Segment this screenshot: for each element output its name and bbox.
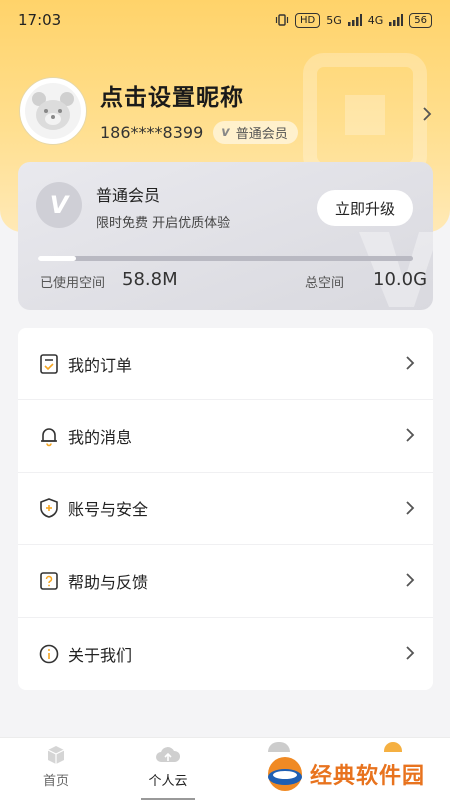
menu-item-label: 帮助与反馈 xyxy=(68,572,149,592)
menu-item-about-us[interactable]: 关于我们 xyxy=(18,618,433,690)
network-label-4g: 4G xyxy=(367,13,384,27)
watermark: 经典软件园 xyxy=(266,752,425,796)
nav-tab-label: 个人云 xyxy=(148,774,188,789)
total-space-value: 10.0G xyxy=(373,269,428,290)
card-decoration xyxy=(359,232,433,307)
status-bar: 17:03 HD 5G 4G 56 xyxy=(0,0,450,40)
nav-tab-personal-cloud[interactable]: 个人云 xyxy=(133,744,203,800)
chevron-right-icon xyxy=(406,645,415,660)
watermark-text: 经典软件园 xyxy=(310,764,426,789)
shield-icon xyxy=(38,497,60,519)
member-card-title: 普通会员 xyxy=(96,186,161,205)
avatar-bear-icon xyxy=(25,83,81,139)
phone-number: 186****8399 xyxy=(100,123,204,142)
bell-icon xyxy=(38,425,60,447)
member-level-label: 普通会员 xyxy=(235,127,288,142)
storage-progress-bar xyxy=(38,256,413,261)
signal-icon xyxy=(347,14,362,26)
hd-badge: HD xyxy=(294,12,321,28)
profile-header[interactable]: 点击设置昵称 186****8399 v 普通会员 xyxy=(20,76,440,146)
order-icon xyxy=(38,353,60,375)
home-cube-icon xyxy=(47,746,65,764)
chevron-right-icon xyxy=(406,356,415,370)
upgrade-button[interactable]: 立即升级 xyxy=(317,190,413,226)
total-space-label: 总空间 xyxy=(305,276,345,291)
menu-item-label: 我的订单 xyxy=(68,355,133,375)
nav-tab-home[interactable]: 首页 xyxy=(21,744,91,800)
storage-progress-fill xyxy=(38,256,76,261)
menu-item-orders[interactable]: 我的订单 xyxy=(18,328,433,401)
menu-item-account-security[interactable]: 账号与安全 xyxy=(18,473,433,546)
info-icon xyxy=(38,643,60,665)
member-v-icon: v xyxy=(221,125,230,140)
member-card-subtitle: 限时免费 开启优质体验 xyxy=(96,216,231,231)
menu-item-help-feedback[interactable]: 帮助与反馈 xyxy=(18,545,433,618)
help-icon xyxy=(38,570,60,592)
member-logo-icon: V xyxy=(36,182,82,228)
chevron-right-icon xyxy=(406,428,415,443)
chevron-right-icon xyxy=(406,501,415,515)
menu-item-label: 我的消息 xyxy=(68,428,133,448)
menu-list: 我的订单 我的消息 账号与安全 帮助与反馈 关于我们 xyxy=(18,328,433,690)
nickname[interactable]: 点击设置昵称 xyxy=(100,78,440,112)
avatar[interactable] xyxy=(20,78,86,144)
chevron-right-icon[interactable] xyxy=(422,106,432,122)
battery-indicator: 56 xyxy=(409,12,432,28)
menu-item-label: 账号与安全 xyxy=(68,500,149,520)
used-space-value: 58.8M xyxy=(122,269,178,290)
status-icons: HD 5G 4G 56 xyxy=(275,12,432,28)
used-space-label: 已使用空间 xyxy=(40,276,106,291)
membership-card: V 普通会员 限时免费 开启优质体验 立即升级 已使用空间 58.8M 总空间 … xyxy=(18,162,433,310)
member-logo-letter: V xyxy=(49,191,69,219)
status-time: 17:03 xyxy=(18,11,62,29)
nav-tab-label: 首页 xyxy=(42,774,69,789)
signal-icon xyxy=(389,14,404,26)
chevron-right-icon xyxy=(406,573,415,587)
vibrate-icon xyxy=(275,14,289,26)
network-label-5g: 5G xyxy=(326,13,342,27)
cloud-upload-icon xyxy=(156,747,181,762)
watermark-logo-icon xyxy=(268,757,302,791)
menu-item-messages[interactable]: 我的消息 xyxy=(18,400,433,473)
member-level-badge: v 普通会员 xyxy=(213,121,298,144)
menu-item-label: 关于我们 xyxy=(68,645,133,665)
